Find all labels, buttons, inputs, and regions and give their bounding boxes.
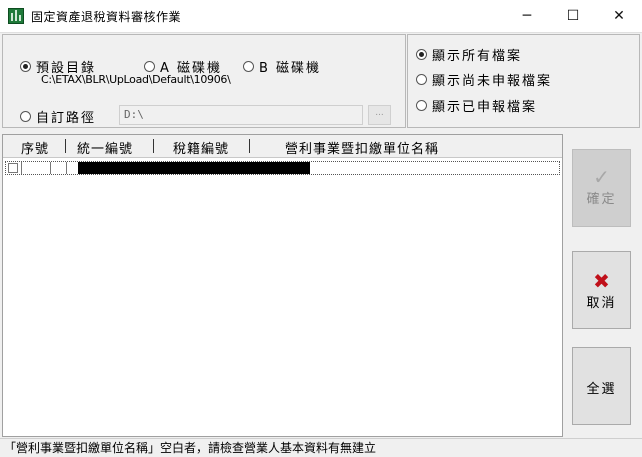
file-grid[interactable]: 序號 統一編號 稅籍編號 營利事業暨扣繳單位名稱 bbox=[2, 134, 563, 437]
maximize-button[interactable]: ☐ bbox=[550, 0, 596, 32]
radio-indicator[interactable] bbox=[416, 100, 427, 111]
column-header-seq[interactable]: 序號 bbox=[21, 138, 49, 157]
radio-show-reported[interactable]: 顯示已申報檔案 bbox=[416, 96, 537, 115]
cancel-label: 取消 bbox=[586, 296, 617, 311]
radio-label: 自訂路徑 bbox=[36, 111, 97, 126]
cancel-button[interactable]: ✖ 取消 bbox=[572, 251, 631, 329]
window-title: 固定資產退稅資料審核作業 bbox=[31, 10, 182, 24]
radio-indicator[interactable] bbox=[416, 74, 427, 85]
cell-divider bbox=[66, 162, 67, 174]
radio-custom-path[interactable]: 自訂路徑 bbox=[20, 107, 96, 126]
minimize-button[interactable]: ─ bbox=[504, 0, 550, 32]
radio-indicator[interactable] bbox=[243, 61, 254, 72]
column-separator bbox=[153, 139, 154, 153]
confirm-button[interactable]: ✓ 確定 bbox=[572, 149, 631, 227]
close-x-icon: ✖ bbox=[593, 269, 610, 293]
radio-indicator[interactable] bbox=[416, 49, 427, 60]
cell-divider bbox=[21, 162, 22, 174]
check-icon: ✓ bbox=[593, 165, 610, 189]
radio-label: 顯示已申報檔案 bbox=[432, 100, 538, 115]
preset-path-text: C:\ETAX\BLR\UpLoad\Default\10906\ bbox=[41, 73, 231, 86]
status-bar: 「營利事業暨扣繳單位名稱」空白者，請檢查營業人基本資料有無建立 bbox=[0, 438, 642, 457]
grid-header: 序號 統一編號 稅籍編號 營利事業暨扣繳單位名稱 bbox=[3, 135, 562, 158]
browse-button[interactable]: ... bbox=[368, 105, 391, 125]
column-header-name[interactable]: 營利事業暨扣繳單位名稱 bbox=[285, 138, 439, 157]
filter-panel: 顯示所有檔案 顯示尚未申報檔案 顯示已申報檔案 bbox=[407, 34, 640, 128]
select-all-label: 全選 bbox=[586, 382, 617, 397]
table-row[interactable] bbox=[5, 161, 560, 175]
column-separator bbox=[249, 139, 250, 153]
radio-indicator[interactable] bbox=[144, 61, 155, 72]
title-bar: 固定資產退稅資料審核作業 ─ ☐ ✕ bbox=[0, 0, 642, 33]
select-all-button[interactable]: 全選 bbox=[572, 347, 631, 425]
radio-indicator[interactable] bbox=[20, 111, 31, 122]
spreadsheet-chart-icon bbox=[8, 8, 24, 24]
radio-show-unreported[interactable]: 顯示尚未申報檔案 bbox=[416, 70, 552, 89]
radio-label: B 磁碟機 bbox=[259, 61, 322, 76]
radio-label: 顯示所有檔案 bbox=[432, 49, 523, 64]
radio-show-all[interactable]: 顯示所有檔案 bbox=[416, 45, 522, 64]
column-separator bbox=[65, 139, 66, 153]
column-header-unified-id[interactable]: 統一編號 bbox=[77, 138, 133, 157]
radio-indicator[interactable] bbox=[20, 61, 31, 72]
cell-divider bbox=[50, 162, 51, 174]
custom-path-input[interactable]: D:\ bbox=[119, 105, 363, 125]
row-checkbox[interactable] bbox=[8, 163, 18, 173]
close-button[interactable]: ✕ bbox=[596, 0, 642, 32]
column-header-tax-id[interactable]: 稅籍編號 bbox=[173, 138, 229, 157]
redacted-name-cell bbox=[78, 162, 310, 174]
confirm-label: 確定 bbox=[586, 192, 617, 207]
radio-drive-b[interactable]: B 磁碟機 bbox=[243, 57, 321, 76]
radio-label: 顯示尚未申報檔案 bbox=[432, 74, 553, 89]
source-panel: 預設目錄 A 磁碟機 B 磁碟機 C:\ETAX\BLR\UpLoad\Defa… bbox=[2, 34, 406, 128]
